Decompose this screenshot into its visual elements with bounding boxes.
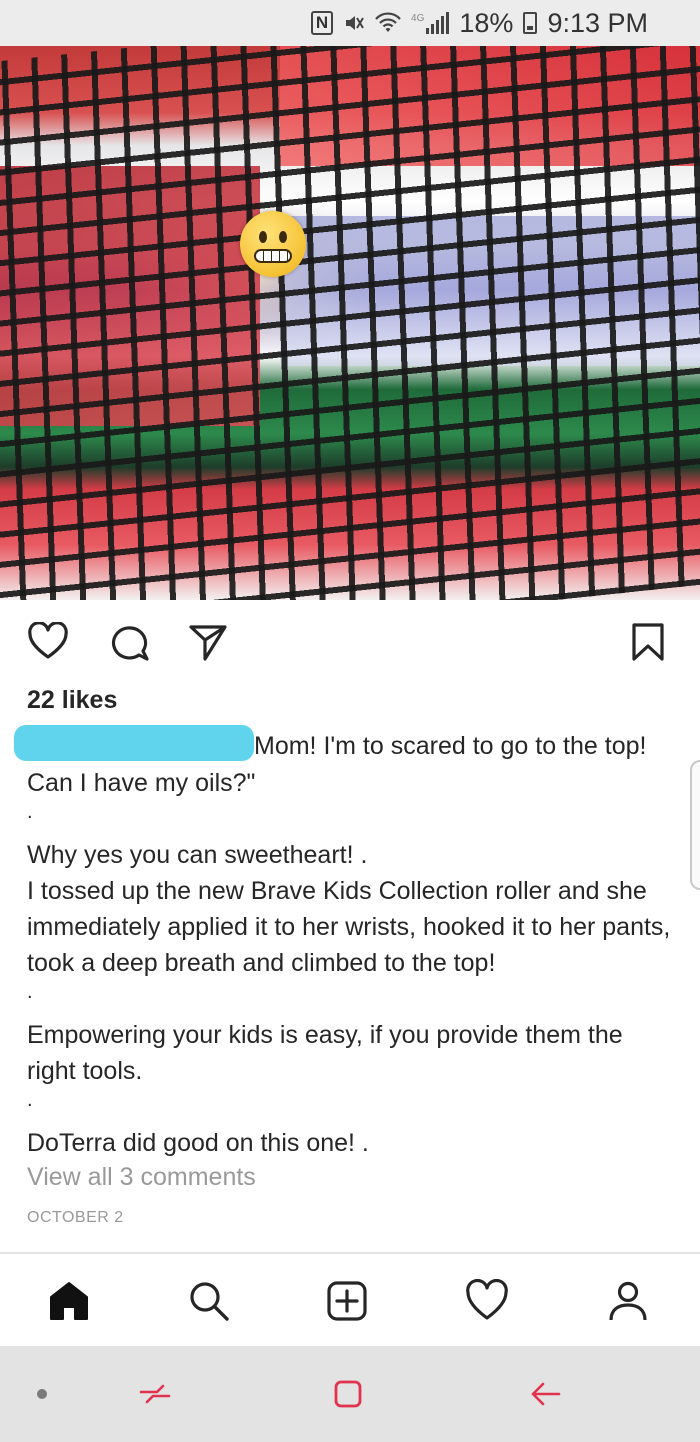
battery-icon bbox=[523, 12, 538, 34]
post-photo[interactable] bbox=[0, 46, 700, 600]
likes-count[interactable]: 22 likes bbox=[27, 686, 117, 715]
grimace-emoji-sticker bbox=[240, 211, 306, 277]
tab-add-post[interactable] bbox=[322, 1276, 372, 1326]
nfc-icon: N bbox=[311, 11, 334, 35]
mute-icon bbox=[343, 12, 365, 34]
share-icon bbox=[189, 625, 227, 661]
home-square-icon bbox=[334, 1380, 362, 1408]
signal-icon bbox=[426, 12, 450, 34]
home-button[interactable] bbox=[328, 1374, 368, 1414]
back-arrow-icon bbox=[531, 1382, 561, 1406]
wifi-icon bbox=[375, 12, 401, 34]
view-all-comments-link[interactable]: View all 3 comments bbox=[27, 1163, 256, 1192]
caption-separator: . bbox=[27, 981, 33, 1004]
caption-separator: . bbox=[27, 1089, 33, 1112]
caption-text-3: Empowering your kids is easy, if you pro… bbox=[27, 1021, 623, 1086]
recent-apps-button[interactable] bbox=[135, 1374, 175, 1414]
tab-search[interactable] bbox=[184, 1276, 234, 1326]
caption-text-4: DoTerra did good on this one! . bbox=[27, 1129, 369, 1158]
search-icon bbox=[190, 1282, 229, 1321]
network-type: 4G bbox=[411, 12, 425, 24]
post-date: OCTOBER 2 bbox=[27, 1209, 124, 1226]
scrollbar[interactable] bbox=[690, 760, 700, 890]
nav-dot[interactable] bbox=[22, 1374, 62, 1414]
tab-activity[interactable] bbox=[462, 1276, 512, 1326]
profile-icon bbox=[609, 1281, 647, 1321]
system-navigation-bar bbox=[0, 1346, 700, 1442]
status-bar: N 4G 18% 9:13 PM bbox=[0, 0, 700, 46]
caption-text-2b: I tossed up the new Brave Kids Collectio… bbox=[27, 877, 671, 978]
climbing-net bbox=[0, 46, 700, 600]
save-button[interactable] bbox=[626, 620, 670, 664]
back-button[interactable] bbox=[525, 1374, 565, 1414]
share-button[interactable] bbox=[186, 620, 230, 664]
bookmark-icon bbox=[632, 623, 664, 661]
like-button[interactable] bbox=[26, 620, 70, 664]
bottom-tab-bar bbox=[0, 1252, 700, 1346]
post-caption: Mom! I'm to scared to go to the top! Can… bbox=[14, 725, 677, 1161]
add-post-icon bbox=[327, 1281, 367, 1321]
tab-home[interactable] bbox=[44, 1276, 94, 1326]
activity-heart-icon bbox=[466, 1279, 508, 1320]
post-actions bbox=[0, 600, 700, 686]
dot-icon bbox=[37, 1389, 47, 1399]
comment-icon bbox=[111, 626, 149, 661]
tab-profile[interactable] bbox=[603, 1276, 653, 1326]
recent-apps-icon bbox=[139, 1384, 171, 1404]
comment-button[interactable] bbox=[108, 620, 152, 664]
caption-separator: . bbox=[27, 801, 33, 824]
clock: 9:13 PM bbox=[547, 7, 648, 38]
battery-percent: 18% bbox=[459, 7, 514, 38]
home-icon bbox=[50, 1282, 88, 1320]
heart-icon bbox=[28, 622, 68, 659]
redacted-username bbox=[14, 725, 254, 762]
caption-line-1: Mom! I'm to scared to go to the top! Can… bbox=[14, 725, 677, 801]
caption-text-2a: Why yes you can sweetheart! . bbox=[27, 841, 368, 870]
